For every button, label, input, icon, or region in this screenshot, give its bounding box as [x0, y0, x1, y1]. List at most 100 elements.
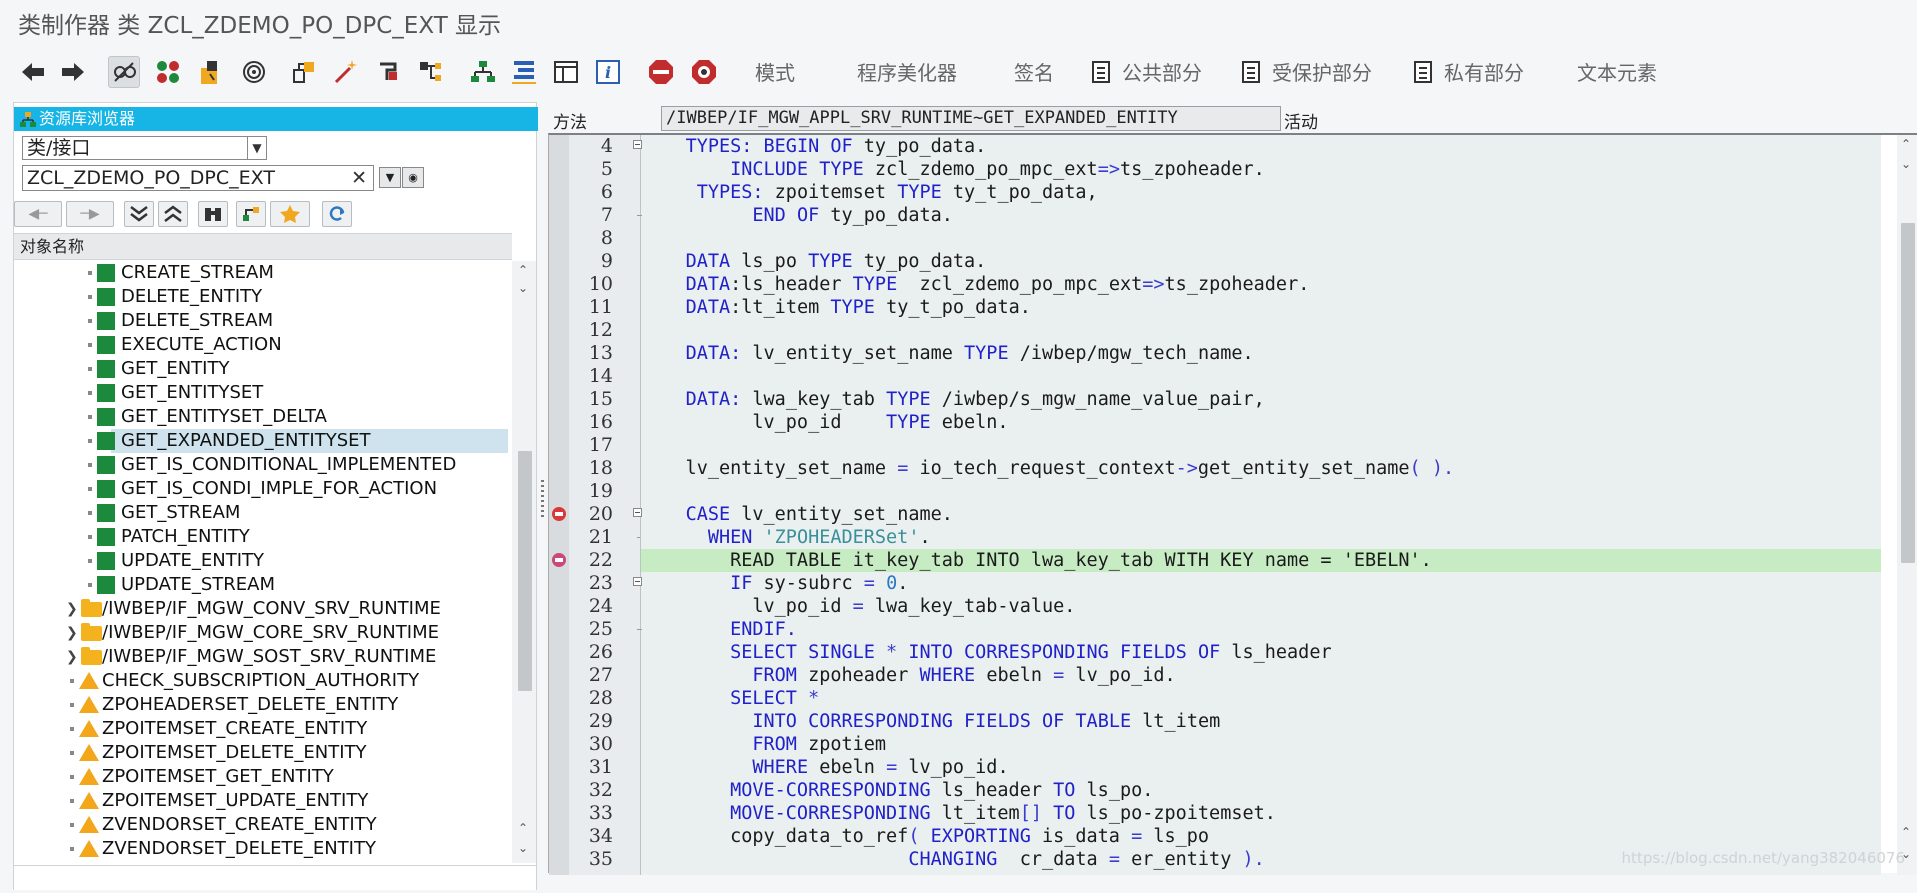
tree-item[interactable]: EXECUTE_ACTION	[14, 333, 512, 357]
breakpoint-icon[interactable]	[645, 56, 677, 88]
code-line[interactable]: CASE lv_entity_set_name.	[641, 503, 1881, 526]
code-line[interactable]: INCLUDE TYPE zcl_zdemo_po_mpc_ext=>ts_zp…	[641, 158, 1881, 181]
tree-item[interactable]: ZVENDORSET_CREATE_ENTITY	[14, 813, 512, 837]
editor-scrollbar[interactable]: ⌃ ⌄ ⌃ ⌄	[1897, 135, 1917, 875]
fold-gutter[interactable]	[619, 135, 641, 875]
code-line[interactable]: WHEN 'ZPOHEADERSet'.	[641, 526, 1881, 549]
chevron-down-icon[interactable]: ▼	[247, 137, 266, 159]
abap-code-editor[interactable]: TYPES: BEGIN OF ty_po_data. INCLUDE TYPE…	[548, 133, 1917, 875]
code-line[interactable]: DATA ls_po TYPE ty_po_data.	[641, 250, 1881, 273]
scroll-up-icon[interactable]: ⌃	[1901, 825, 1911, 839]
code-line[interactable]: TYPES: zpoitemset TYPE ty_t_po_data,	[641, 181, 1881, 204]
scroll-down-icon[interactable]: ⌄	[518, 841, 528, 855]
back-icon[interactable]	[17, 56, 49, 88]
code-line[interactable]: SELECT *	[641, 687, 1881, 710]
code-line[interactable]: lv_po_id TYPE ebeln.	[641, 411, 1881, 434]
tree-icon[interactable]	[467, 56, 499, 88]
find-button[interactable]	[198, 201, 228, 227]
tree2-icon[interactable]	[508, 56, 540, 88]
clear-icon[interactable]: ✕	[351, 166, 367, 190]
code-line[interactable]: copy_data_to_ref( EXPORTING is_data = ls…	[641, 825, 1881, 848]
splitter-grip[interactable]	[541, 480, 544, 520]
code-line[interactable]: ENDIF.	[641, 618, 1881, 641]
fold-toggle-icon[interactable]	[633, 577, 642, 586]
wand-icon[interactable]	[330, 56, 362, 88]
code-line[interactable]	[641, 365, 1881, 388]
tree-item[interactable]: CHECK_SUBSCRIPTION_AUTHORITY	[14, 669, 512, 693]
layout-icon[interactable]	[550, 56, 582, 88]
code-line[interactable]: INTO CORRESPONDING FIELDS OF TABLE lt_it…	[641, 710, 1881, 733]
text-elements-button[interactable]: 文本元素	[1577, 59, 1657, 87]
check-icon[interactable]	[195, 56, 227, 88]
code-line[interactable]: MOVE-CORRESPONDING lt_item[] TO ls_po-zp…	[641, 802, 1881, 825]
tree-item[interactable]: UPDATE_STREAM	[14, 573, 512, 597]
protected-section-button[interactable]: 受保护部分	[1242, 59, 1372, 87]
fold-toggle-icon[interactable]	[633, 140, 642, 149]
expand-icon[interactable]: ❯	[66, 645, 78, 669]
scroll-up-icon[interactable]: ⌃	[518, 263, 528, 277]
tree-item[interactable]: CREATE_STREAM	[14, 261, 512, 285]
signature-button[interactable]: 签名	[1014, 59, 1054, 87]
tree-item[interactable]: ZPOITEMSET_DELETE_ENTITY	[14, 741, 512, 765]
scroll-down-icon[interactable]: ⌄	[518, 281, 528, 295]
tree-item[interactable]: ❯ /IWBEP/IF_MGW_CONV_SRV_RUNTIME	[14, 597, 512, 621]
code-line[interactable]	[641, 319, 1881, 342]
where-used-icon[interactable]	[238, 56, 270, 88]
breakpoint-gutter[interactable]	[549, 135, 569, 875]
code-line[interactable]: DATA:ls_header TYPE zcl_zdemo_po_mpc_ext…	[641, 273, 1881, 296]
tree-item[interactable]: ZPOITEMSET_UPDATE_ENTITY	[14, 789, 512, 813]
refresh-button[interactable]	[322, 201, 352, 227]
scroll-up-icon[interactable]: ⌃	[518, 821, 528, 835]
object-list-icon[interactable]	[288, 56, 320, 88]
pane-splitter[interactable]	[538, 100, 548, 890]
code-area[interactable]: TYPES: BEGIN OF ty_po_data. INCLUDE TYPE…	[641, 135, 1881, 875]
tree-item[interactable]: DELETE_ENTITY	[14, 285, 512, 309]
code-line[interactable]: DATA: lv_entity_set_name TYPE /iwbep/mgw…	[641, 342, 1881, 365]
tree-item[interactable]: GET_EXPANDED_ENTITYSET	[14, 429, 512, 453]
tree-item[interactable]: ❯ /IWBEP/IF_MGW_SOST_SRV_RUNTIME	[14, 645, 512, 669]
code-line[interactable]: DATA: lwa_key_tab TYPE /iwbep/s_mgw_name…	[641, 388, 1881, 411]
scroll-up-icon[interactable]: ⌃	[1901, 137, 1911, 151]
code-line[interactable]: IF sy-subrc = 0.	[641, 572, 1881, 595]
code-line[interactable]	[641, 434, 1881, 457]
tree-item[interactable]: GET_STREAM	[14, 501, 512, 525]
code-line[interactable]	[641, 227, 1881, 250]
tree-item[interactable]: DELETE_STREAM	[14, 309, 512, 333]
code-line[interactable]: lv_po_id = lwa_key_tab-value.	[641, 595, 1881, 618]
fold-toggle-icon[interactable]	[633, 508, 642, 517]
tree-item[interactable]: GET_ENTITYSET	[14, 381, 512, 405]
code-line[interactable]: DATA:lt_item TYPE ty_t_po_data.	[641, 296, 1881, 319]
expand-all-button[interactable]	[124, 201, 154, 227]
expand-icon[interactable]: ❯	[66, 621, 78, 645]
display-change-icon[interactable]	[108, 56, 140, 88]
code-line[interactable]: TYPES: BEGIN OF ty_po_data.	[641, 135, 1881, 158]
collapse-all-button[interactable]	[158, 201, 188, 227]
tree-item[interactable]: GET_IS_CONDITIONAL_IMPLEMENTED	[14, 453, 512, 477]
code-line[interactable]: WHERE ebeln = lv_po_id.	[641, 756, 1881, 779]
tree-item[interactable]: GET_ENTITY	[14, 357, 512, 381]
previous-object-button[interactable]: ◀─	[14, 201, 62, 227]
code-line[interactable]: MOVE-CORRESPONDING ls_header TO ls_po.	[641, 779, 1881, 802]
tree-item[interactable]: ZPOITEMSET_GET_ENTITY	[14, 765, 512, 789]
code-line[interactable]: SELECT SINGLE * INTO CORRESPONDING FIELD…	[641, 641, 1881, 664]
forward-icon[interactable]	[57, 56, 89, 88]
tree-item[interactable]: UPDATE_ENTITY	[14, 549, 512, 573]
pretty-printer-button[interactable]: 程序美化器	[857, 59, 957, 87]
code-line[interactable]: FROM zpotiem	[641, 733, 1881, 756]
code-line[interactable]	[641, 480, 1881, 503]
hierarchy-button[interactable]	[236, 201, 266, 227]
activate-icon[interactable]	[152, 56, 184, 88]
tree-scrollbar[interactable]: ⌃ ⌄ ⌃ ⌄	[512, 261, 536, 863]
tree-item[interactable]: ZPOITEMSET_CREATE_ENTITY	[14, 717, 512, 741]
object-type-select[interactable]: 类/接口 ▼	[22, 136, 267, 160]
tree-item[interactable]: ❯ /IWBEP/IF_MGW_CORE_SRV_RUNTIME	[14, 621, 512, 645]
pattern-button[interactable]: 模式	[755, 59, 795, 87]
info-icon[interactable]: i	[592, 56, 624, 88]
tree-horizontal-scrollbar[interactable]	[14, 865, 536, 890]
expand-icon[interactable]: ❯	[66, 597, 78, 621]
scrollbar-thumb[interactable]	[1901, 223, 1915, 563]
external-breakpoint-icon[interactable]	[552, 553, 566, 567]
tree-item[interactable]: ZPOHEADERSET_DELETE_ENTITY	[14, 693, 512, 717]
display-object-button[interactable]: ◉	[402, 167, 424, 188]
favorites-button[interactable]	[270, 201, 310, 227]
